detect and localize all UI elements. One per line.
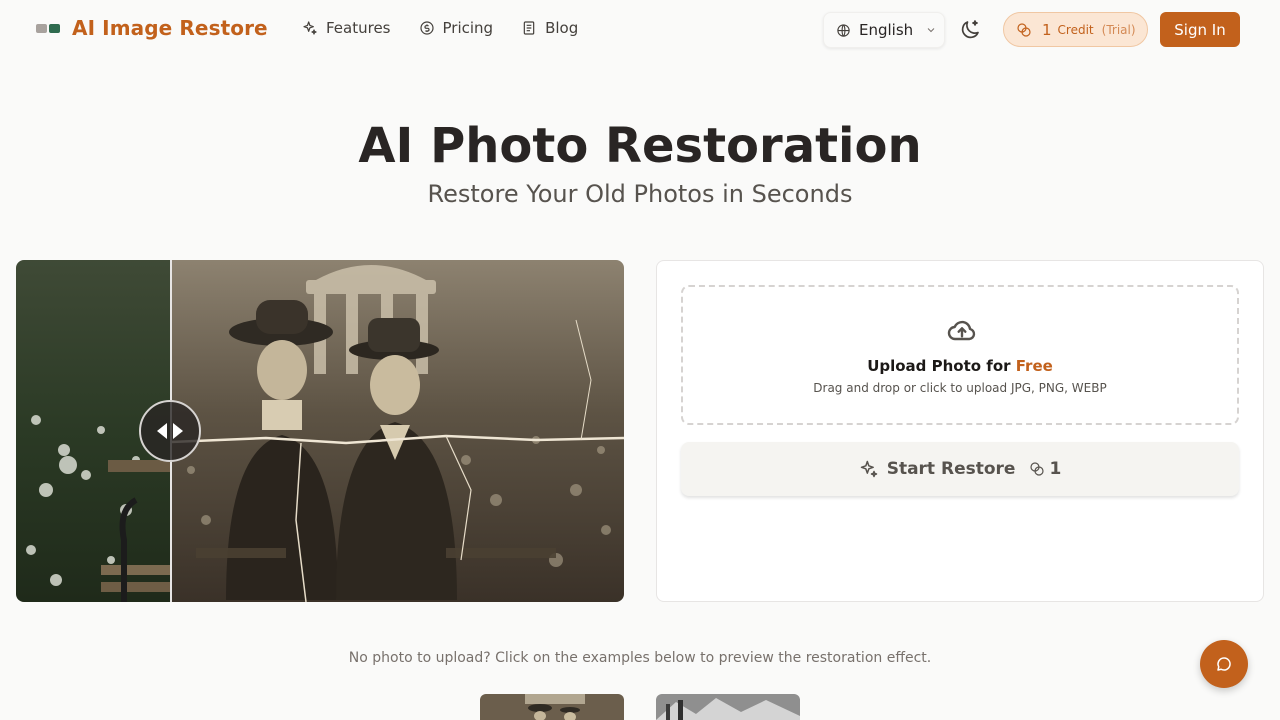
before-after-compare[interactable] xyxy=(16,260,624,602)
globe-icon xyxy=(837,23,850,37)
start-restore-label: Start Restore xyxy=(886,459,1016,479)
sparkles-icon xyxy=(860,460,877,478)
chat-bubble-icon xyxy=(1217,657,1231,671)
sparkles-icon xyxy=(303,21,317,35)
upload-title-prefix: Upload Photo for xyxy=(867,357,1016,375)
nav-link-blog[interactable]: Blog xyxy=(521,19,578,37)
upload-panel: Upload Photo for Free Drag and drop or c… xyxy=(656,260,1264,602)
chevron-down-icon xyxy=(927,28,935,33)
cloud-upload-icon xyxy=(947,320,976,341)
sample-photo xyxy=(16,260,624,602)
example-image xyxy=(656,694,800,720)
language-label: English xyxy=(859,21,914,39)
upload-title: Upload Photo for Free xyxy=(683,357,1237,375)
coins-icon xyxy=(1017,22,1031,37)
coin-icon xyxy=(419,21,434,35)
credits-count: 1 xyxy=(1042,20,1052,39)
example-thumbnail[interactable] xyxy=(480,694,624,720)
language-select[interactable]: English xyxy=(823,12,945,48)
nav-links: Features Pricing Blog xyxy=(302,19,578,37)
restore-cost-value: 1 xyxy=(1049,459,1062,479)
chat-button[interactable] xyxy=(1200,640,1248,688)
compare-slider-handle[interactable] xyxy=(139,400,201,462)
arrows-left-right-icon xyxy=(157,423,183,439)
top-nav: AI Image Restore Features Pricing Blog E… xyxy=(0,0,1280,60)
credits-badge[interactable]: 1 Credit (Trial) xyxy=(1003,12,1148,47)
credits-trial-note: (Trial) xyxy=(1101,22,1136,37)
upload-title-free: Free xyxy=(1015,357,1053,375)
upload-hint: Drag and drop or click to upload JPG, PN… xyxy=(813,381,1107,395)
document-icon xyxy=(523,21,535,35)
nav-link-pricing[interactable]: Pricing xyxy=(419,19,494,37)
theme-toggle[interactable] xyxy=(958,18,982,42)
sign-in-button[interactable]: Sign In xyxy=(1160,12,1240,47)
nav-link-label: Pricing xyxy=(442,19,494,37)
restore-cost: 1 xyxy=(1029,459,1061,479)
nav-link-label: Features xyxy=(326,19,391,37)
example-image xyxy=(480,694,624,720)
examples-hint: No photo to upload? Click on the example… xyxy=(348,650,932,666)
brand-logo-link[interactable]: AI Image Restore xyxy=(36,16,268,40)
nav-link-label: Blog xyxy=(545,19,579,37)
upload-dropzone[interactable]: Upload Photo for Free Drag and drop or c… xyxy=(681,285,1239,425)
page-title: AI Photo Restoration xyxy=(358,118,922,174)
nav-link-features[interactable]: Features xyxy=(302,19,391,37)
credits-label: Credit xyxy=(1057,22,1094,37)
example-thumbnail[interactable] xyxy=(656,694,800,720)
start-restore-button[interactable]: Start Restore 1 xyxy=(681,442,1239,496)
brand-name: AI Image Restore xyxy=(72,16,268,40)
logo-icon xyxy=(36,22,62,34)
page-subtitle: Restore Your Old Photos in Seconds xyxy=(427,180,853,208)
moon-stars-icon xyxy=(961,20,979,39)
coins-icon xyxy=(1030,462,1045,476)
